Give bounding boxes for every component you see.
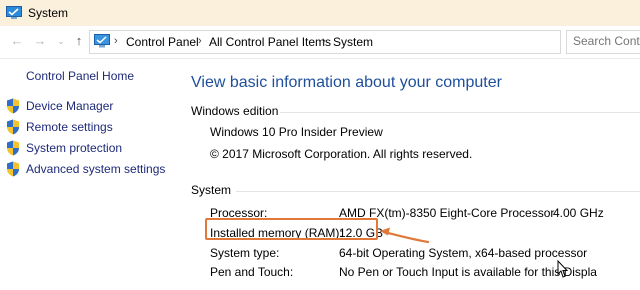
chevron-down-icon[interactable]: ⌄ (54, 34, 68, 48)
breadcrumb-separator-icon: › (198, 35, 202, 47)
section-divider (236, 191, 640, 192)
up-arrow-icon[interactable]: ↑ (72, 34, 86, 48)
address-bar[interactable]: › Control Panel › All Control Panel Item… (89, 30, 561, 54)
processor-speed: 4.00 GHz (553, 206, 604, 220)
search-input[interactable] (567, 31, 640, 51)
copyright-text: © 2017 Microsoft Corporation. All rights… (210, 147, 473, 161)
memory-highlight-box (205, 218, 378, 240)
shield-icon (7, 140, 19, 156)
control-panel-icon (94, 34, 110, 48)
breadcrumb-separator-icon: › (114, 35, 118, 47)
window-title: System (28, 6, 69, 20)
breadcrumb-control-panel[interactable]: Control Panel (126, 35, 199, 49)
windows-edition-heading: Windows edition (191, 104, 279, 118)
sidebar-item-label: System protection (26, 141, 123, 155)
system-type-value: 64-bit Operating System, x64-based proce… (339, 246, 588, 260)
edition-name: Windows 10 Pro Insider Preview (210, 125, 383, 139)
breadcrumb-all-items[interactable]: All Control Panel Items (209, 35, 331, 49)
section-divider (280, 112, 640, 113)
system-app-icon (6, 6, 22, 19)
system-type-label: System type: (210, 246, 280, 260)
sidebar-item-device-manager[interactable]: Device Manager (6, 98, 176, 116)
shield-icon (7, 119, 19, 135)
system-heading: System (191, 183, 232, 197)
shield-icon (7, 98, 19, 114)
breadcrumb-system[interactable]: System (333, 35, 373, 49)
back-arrow-icon[interactable]: ← (10, 34, 24, 48)
search-box (566, 30, 640, 54)
title-bar: System (0, 0, 640, 26)
page-title: View basic information about your comput… (191, 74, 502, 91)
sidebar-item-remote-settings[interactable]: Remote settings (6, 119, 176, 137)
control-panel-home-link[interactable]: Control Panel Home (26, 69, 134, 83)
shield-icon (7, 161, 19, 177)
annotation-arrow-icon (380, 227, 430, 244)
forward-arrow-icon[interactable]: → (33, 34, 47, 48)
navigation-bar: ← → ⌄ ↑ › Control Panel › All Control Pa… (0, 26, 640, 59)
mouse-cursor-icon (557, 260, 569, 278)
breadcrumb-separator-icon: › (322, 35, 326, 47)
sidebar-item-advanced-system-settings[interactable]: Advanced system settings (6, 161, 176, 179)
sidebar-item-system-protection[interactable]: System protection (6, 140, 176, 158)
sidebar: Control Panel Home Device Manager Remote… (0, 58, 180, 290)
main-content: View basic information about your comput… (180, 58, 640, 290)
pen-touch-label: Pen and Touch: (210, 265, 294, 279)
sidebar-item-label: Advanced system settings (26, 162, 166, 176)
sidebar-item-label: Remote settings (26, 120, 113, 134)
sidebar-item-label: Device Manager (26, 99, 114, 113)
